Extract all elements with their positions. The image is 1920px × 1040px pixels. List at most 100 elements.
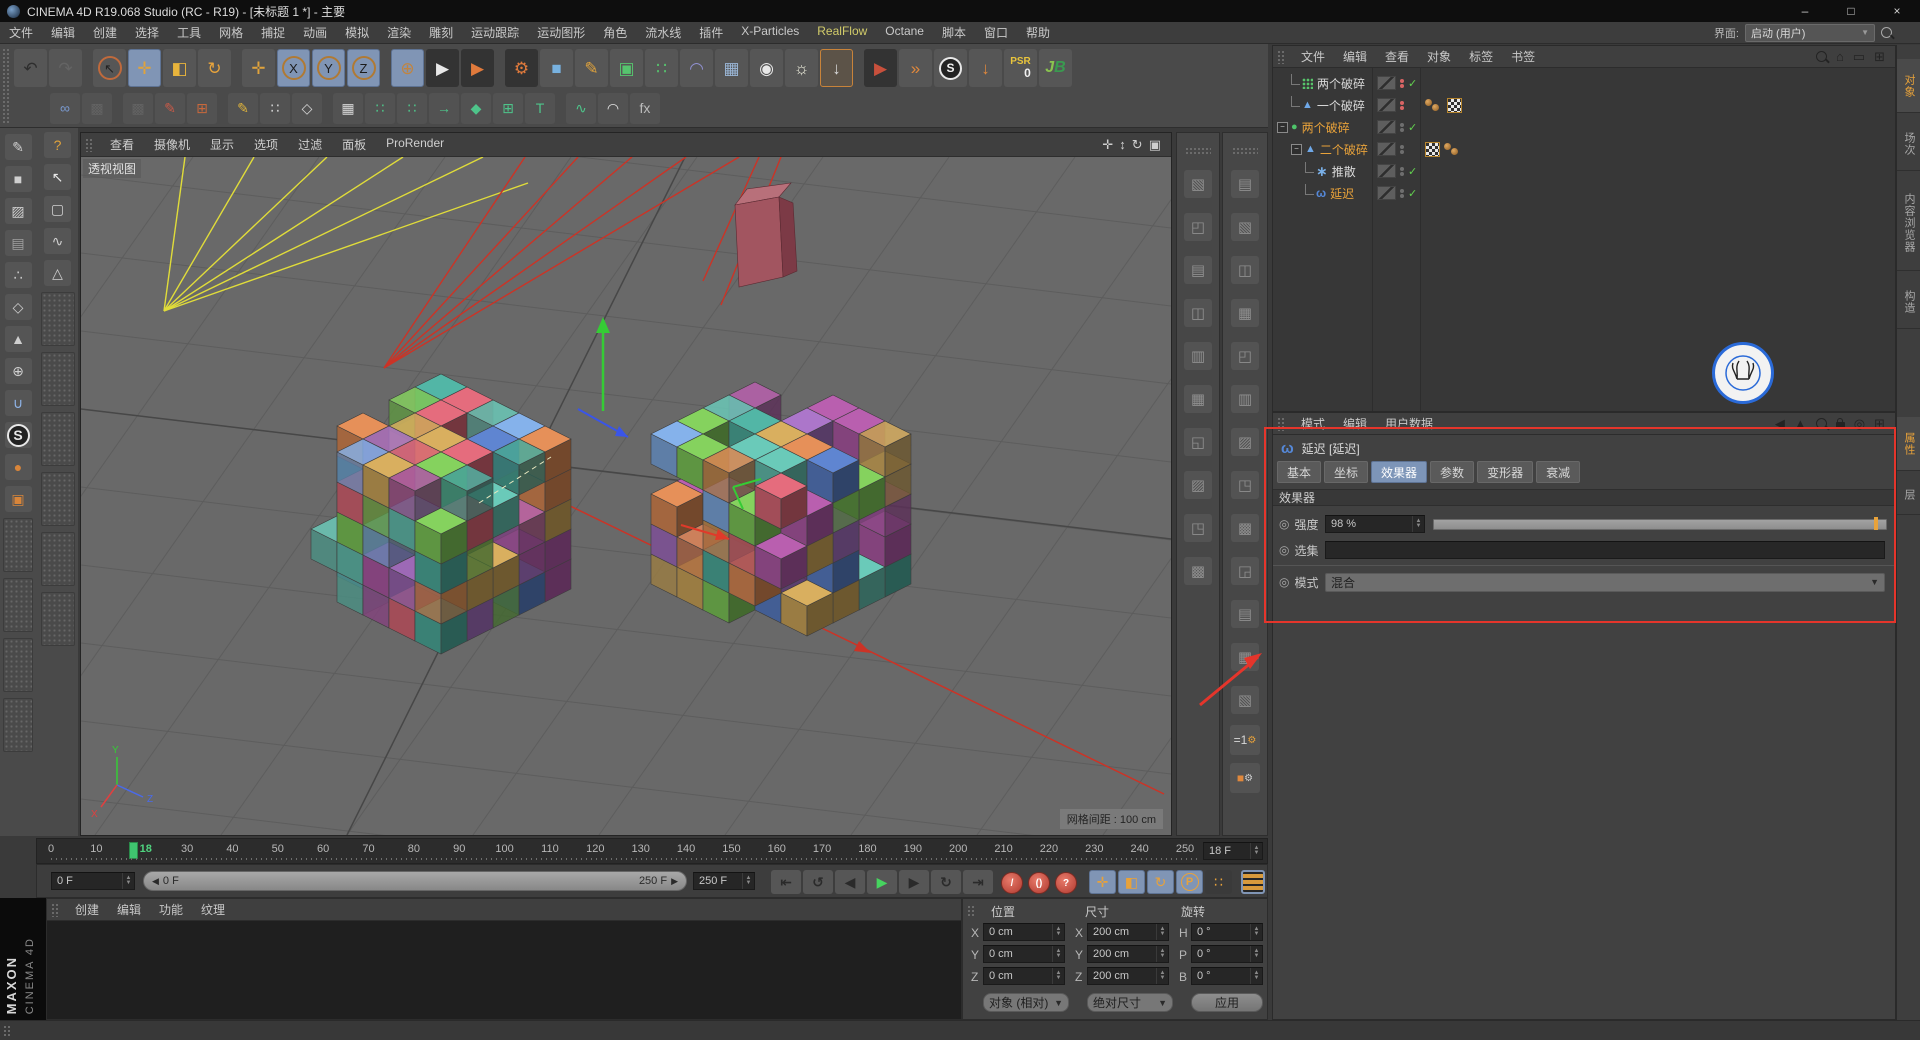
mograph-gray-1-button[interactable]: ▩ <box>82 92 112 124</box>
editor-render-dots[interactable] <box>1400 78 1404 88</box>
rotation-b-field[interactable]: 0 ° ▲ ▼ <box>1191 967 1263 985</box>
strip2-tool-7[interactable]: ▨ <box>1231 428 1259 456</box>
strength-slider-handle[interactable] <box>1873 516 1878 530</box>
menubar-item-17[interactable]: X-Particles <box>732 24 808 41</box>
size-x-field[interactable]: 200 cm ▲ ▼ <box>1087 923 1169 941</box>
keyframe-hud-button[interactable]: ? <box>1055 872 1077 894</box>
om-menu-6[interactable]: 书签 <box>1502 48 1544 65</box>
filter-pla-button[interactable]: ∷ <box>1205 870 1232 894</box>
rotation-h-field[interactable]: 0 ° ▲ ▼ <box>1191 923 1263 941</box>
minimize-button[interactable]: – <box>1782 0 1828 22</box>
range-end-field[interactable]: 250 F ▲ ▼ <box>693 872 755 890</box>
menubar-item-12[interactable]: 运动跟踪 <box>462 24 528 41</box>
stepper-icon[interactable]: ▲ ▼ <box>1250 968 1262 984</box>
axis-mode-button[interactable]: ⊕ <box>4 358 32 384</box>
strip1-tool-8[interactable]: ▨ <box>1184 471 1212 499</box>
cube-scatter-button[interactable]: ⊞ <box>187 92 217 124</box>
lasso-select-button[interactable]: ∿ <box>44 228 71 254</box>
palette-grid-block[interactable] <box>3 518 33 572</box>
stepper-icon[interactable]: ▲ ▼ <box>1412 516 1424 532</box>
palette-grid-block[interactable] <box>40 472 75 526</box>
goto-start-button[interactable]: ⇤ <box>771 870 801 894</box>
cloth-button[interactable]: ◠ <box>598 92 628 124</box>
strip2-tool-10[interactable]: ◲ <box>1231 557 1259 585</box>
clone-cubes-button[interactable]: ⊞ <box>493 92 523 124</box>
viewport-menu-3[interactable]: 显示 <box>200 136 244 153</box>
om-menu-4[interactable]: 对象 <box>1418 48 1460 65</box>
dynamics-tag-icon[interactable] <box>1444 142 1462 156</box>
side-tab-2[interactable]: 场次 <box>1897 117 1920 171</box>
menubar-item-20[interactable]: 脚本 <box>933 24 975 41</box>
am-search-icon[interactable] <box>1815 418 1827 429</box>
toolbar-drag-handle[interactable] <box>2 48 10 124</box>
range-left-arrow-icon[interactable]: ◀ <box>152 876 159 887</box>
tab-3[interactable]: 效果器 <box>1371 461 1428 483</box>
om-minimize-icon[interactable]: ▭ <box>1853 49 1865 65</box>
texture-tag-icon[interactable] <box>1447 97 1462 113</box>
strip2-tool-2[interactable]: ▧ <box>1231 213 1259 241</box>
visibility-dot[interactable] <box>1400 122 1404 127</box>
cloner-button[interactable]: ∷ <box>365 92 395 124</box>
attribute-manager-handle[interactable] <box>1277 416 1286 431</box>
texture-mode-button[interactable]: ▨ <box>4 198 32 224</box>
viewport-menu-6[interactable]: 面板 <box>332 136 376 153</box>
palette-grid-block[interactable] <box>40 352 75 406</box>
close-button[interactable]: × <box>1874 0 1920 22</box>
strip1-tool-4[interactable]: ◫ <box>1184 299 1212 327</box>
coord-mode-dropdown[interactable]: 对象 (相对) ▼ <box>983 993 1069 1012</box>
am-lock-icon[interactable] <box>1835 418 1845 429</box>
viewport-menu-handle[interactable] <box>85 137 94 152</box>
visibility-dot[interactable] <box>1400 105 1404 110</box>
strip2-tool-3[interactable]: ◫ <box>1231 256 1259 284</box>
visibility-dot[interactable] <box>1400 83 1404 88</box>
mm-menu-4[interactable]: 纹理 <box>192 901 234 918</box>
menubar-item-4[interactable]: 选择 <box>126 24 168 41</box>
strip-drag-handle[interactable] <box>1185 147 1211 155</box>
menubar-item-18[interactable]: RealFlow <box>808 24 876 41</box>
stage-button[interactable]: ▶ <box>864 49 897 87</box>
spline-mask-button[interactable]: ∿ <box>566 92 596 124</box>
motext-button[interactable]: T <box>525 92 555 124</box>
render-view-button[interactable]: ▶ <box>426 49 459 87</box>
keyframe-circle-icon[interactable]: ◎ <box>1279 543 1289 557</box>
menubar-item-16[interactable]: 插件 <box>690 24 732 41</box>
menubar-item-1[interactable]: 文件 <box>0 24 42 41</box>
stepper-icon[interactable]: ▲ ▼ <box>742 873 754 889</box>
points-mode-button[interactable]: ∴ <box>4 262 32 288</box>
visibility-toggle[interactable] <box>1377 164 1396 178</box>
strip2-tool-4[interactable]: ▦ <box>1231 299 1259 327</box>
menubar-item-21[interactable]: 窗口 <box>975 24 1017 41</box>
stepper-icon[interactable]: ▲ ▼ <box>1052 924 1064 940</box>
redo-button[interactable]: ↷ <box>49 49 82 87</box>
visibility-toggle[interactable] <box>1377 98 1396 112</box>
om-search-icon[interactable] <box>1815 51 1827 62</box>
menubar-item-14[interactable]: 角色 <box>594 24 636 41</box>
palette-grid-block[interactable] <box>3 578 33 632</box>
palette-grid-block[interactable] <box>3 698 33 752</box>
enabled-check-icon[interactable]: ✓ <box>1408 77 1417 90</box>
am-target-icon[interactable]: ◎ <box>1854 416 1865 432</box>
am-up-icon[interactable]: ▲ <box>1794 416 1807 431</box>
next-frame-button[interactable]: ▶ <box>899 870 929 894</box>
stepper-icon[interactable]: ▲ ▼ <box>1156 968 1168 984</box>
side-tab-mid-1[interactable]: 属性 <box>1897 417 1920 471</box>
side-tab-1[interactable]: 对象 <box>1897 59 1920 113</box>
rotation-p-field[interactable]: 0 ° ▲ ▼ <box>1191 945 1263 963</box>
spline-pen-button[interactable]: ✎ <box>575 49 608 87</box>
matrix-tool-button[interactable]: ∷ <box>397 92 427 124</box>
visibility-dot[interactable] <box>1400 188 1404 193</box>
menubar-item-7[interactable]: 捕捉 <box>252 24 294 41</box>
strip1-tool-7[interactable]: ◱ <box>1184 428 1212 456</box>
workplane-settings-button[interactable]: ■ ⚙ <box>1230 763 1260 793</box>
make-editable-button[interactable]: ✎ <box>4 134 32 160</box>
visibility-dot[interactable] <box>1400 100 1404 105</box>
lock-y-button[interactable]: Y <box>312 49 345 87</box>
menubar-item-2[interactable]: 编辑 <box>42 24 84 41</box>
visibility-toggle[interactable] <box>1377 186 1396 200</box>
maximize-button[interactable]: □ <box>1828 0 1874 22</box>
size-y-field[interactable]: 200 cm ▲ ▼ <box>1087 945 1169 963</box>
bend-button[interactable]: ◠ <box>680 49 713 87</box>
locked-paint-button[interactable]: ▣ <box>4 486 32 512</box>
strip2-tool-1[interactable]: ▤ <box>1231 170 1259 198</box>
visibility-toggle[interactable] <box>1377 120 1396 134</box>
